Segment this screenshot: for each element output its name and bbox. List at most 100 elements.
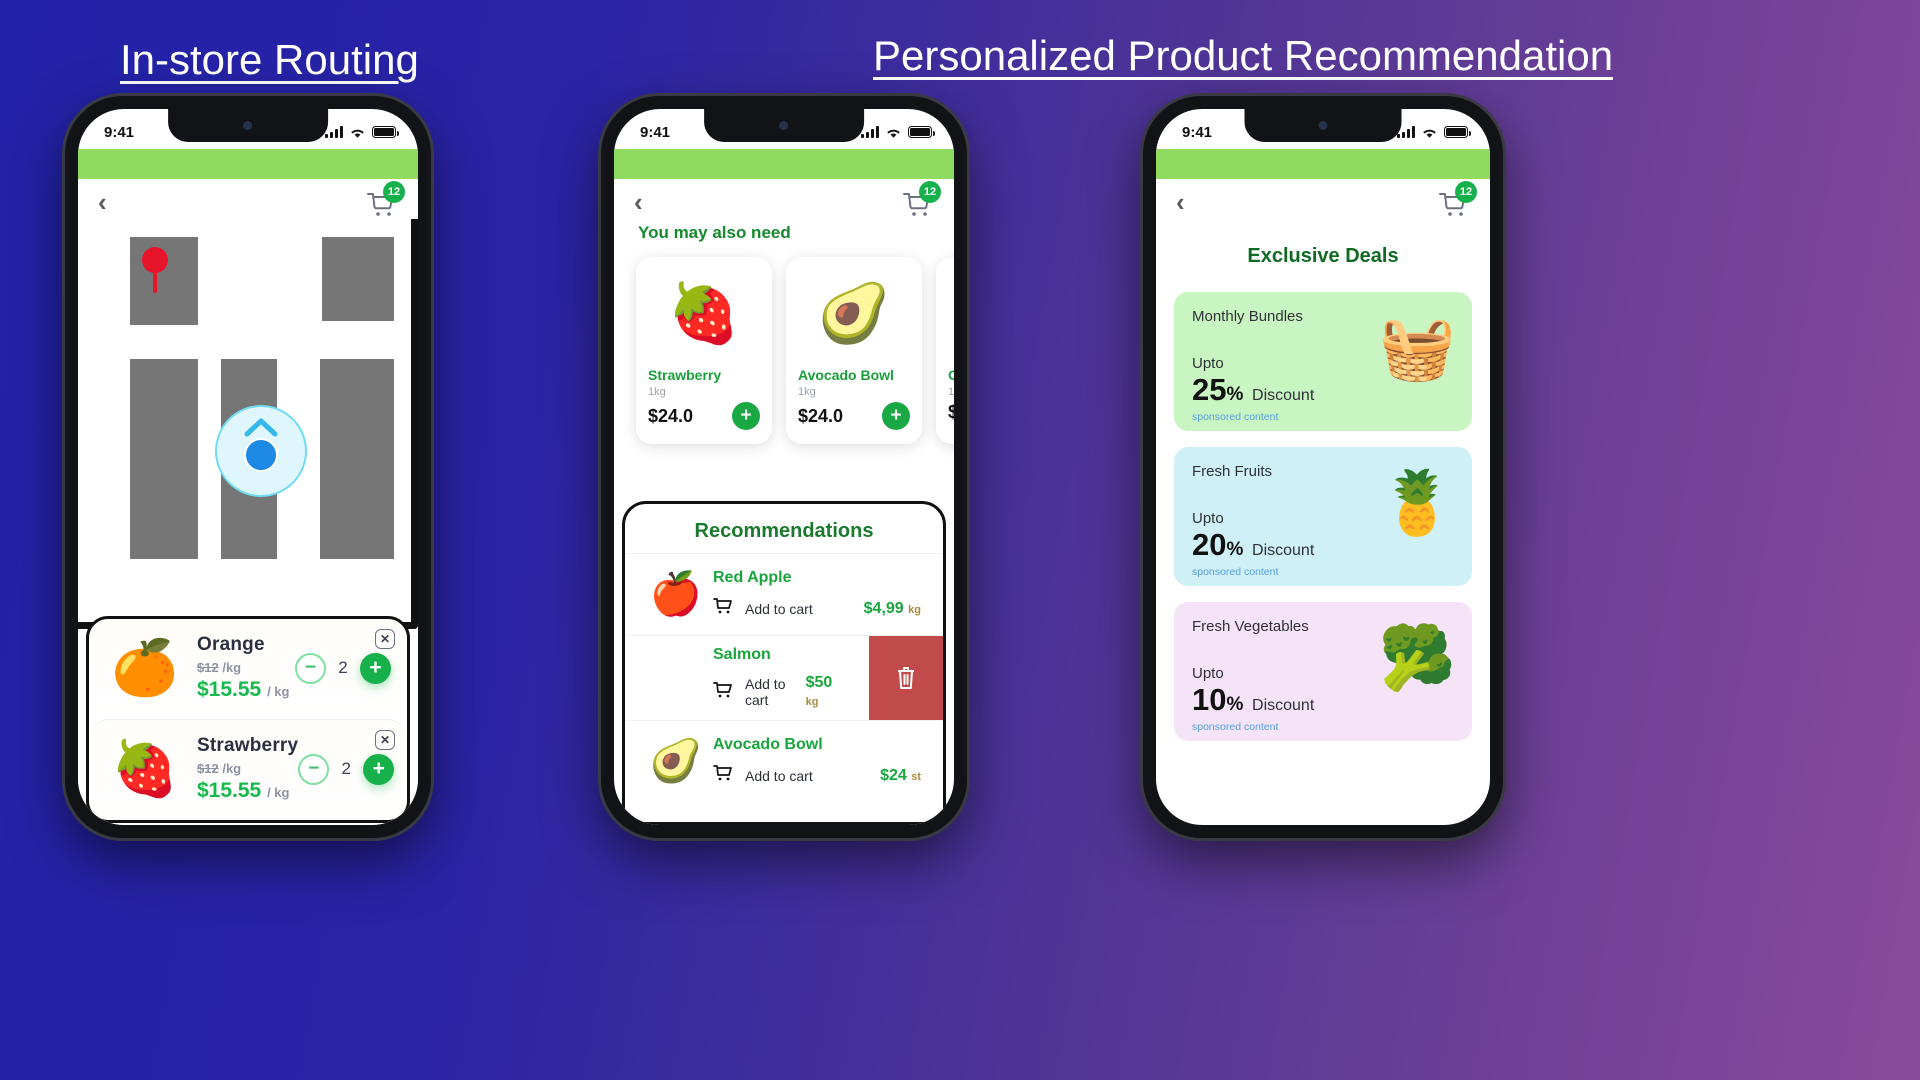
suggested-products-carousel[interactable]: 🍓 Strawberry 1kg $24.0 + 🥑 Avocado Bowl … [614, 243, 954, 460]
cart-button[interactable]: 12 [1436, 181, 1477, 219]
phone-mockup-exclusive-deals: 9:41 ‹ 12 Exclusive Deals Monthly Bundle… [1143, 96, 1503, 838]
add-to-cart-label[interactable]: Add to cart [735, 768, 813, 784]
battery-icon [908, 126, 935, 138]
cart-item-info: Orange $12 /kg $15.55 / kg [191, 634, 295, 702]
phone2-notch [704, 109, 864, 142]
product-name: Org [948, 367, 954, 383]
quantity-value: 2 [338, 658, 348, 677]
discount-label: Discount [1252, 542, 1315, 559]
product-footer: $24.0 + [798, 402, 910, 430]
page-title-in-store-routing: In-store Routing [120, 36, 419, 83]
recommendation-row[interactable]: 🥑 Avocado Bowl Add to cart $24 st [625, 720, 943, 802]
percent-sign: % [1226, 694, 1244, 715]
front-camera-icon [243, 121, 253, 130]
increase-quantity-button[interactable]: + [360, 652, 391, 684]
product-weight: 1kg [648, 386, 666, 398]
cart-badge-count: 12 [1455, 181, 1477, 203]
delete-item-button[interactable] [869, 636, 943, 720]
old-price-value: $12 [197, 660, 219, 675]
cart-item-old-price: $12 /kg [197, 761, 298, 776]
remove-item-icon[interactable]: ✕ [375, 730, 395, 750]
recommendation-action-line[interactable]: Add to cart $4,99 kg [713, 597, 929, 620]
quantity-value: 2 [341, 759, 352, 778]
deal-card-fresh-vegetables[interactable]: Fresh Vegetables Upto 10% Discount spons… [1174, 602, 1472, 741]
map-pin-tail [153, 267, 157, 293]
back-button[interactable]: ‹ [1176, 189, 1185, 215]
old-price-unit: /kg [222, 761, 242, 776]
deal-card-fresh-fruits[interactable]: Fresh Fruits Upto 20% Discount sponsored… [1174, 447, 1472, 586]
price-unit: / kg [267, 684, 290, 699]
cart-items-card: 🍊 Orange $12 /kg $15.55 / kg − 2 + ✕ 🍓 S… [86, 616, 410, 823]
remove-item-icon[interactable]: ✕ [375, 629, 395, 649]
status-indicators [325, 126, 399, 139]
store-map[interactable]: 🍊 Orange $12 /kg $15.55 / kg − 2 + ✕ 🍓 S… [78, 219, 418, 825]
recommendations-title: Recommendations [694, 520, 874, 542]
product-price: $24.0 [798, 405, 844, 426]
recommendation-action-line[interactable]: Add to cart $24 st [713, 764, 929, 787]
deal-percent-value: 20 [1192, 527, 1227, 562]
add-to-cart-icon [713, 597, 735, 620]
back-button[interactable]: ‹ [634, 189, 643, 215]
map-canvas[interactable] [78, 219, 418, 629]
decrease-quantity-button[interactable]: − [295, 652, 326, 684]
page-title-personalized-recommendation: Personalized Product Recommendation [873, 32, 1614, 79]
status-indicators [861, 126, 935, 139]
product-footer: $ 5 [948, 402, 954, 423]
cellular-signal-icon [861, 126, 879, 138]
price-unit: kg [908, 603, 921, 616]
price-value: $24 [880, 766, 907, 784]
product-card[interactable]: 🥑 Avocado Bowl 1kg $24.0 + [786, 257, 922, 444]
front-camera-icon [779, 121, 789, 130]
phone3-notch [1244, 109, 1402, 142]
section-title-you-may-also-need: You may also need [638, 223, 791, 242]
recommendation-row[interactable]: Salmon Add to cart $50 kg [625, 635, 943, 720]
phone3-green-header-bar [1156, 149, 1490, 179]
percent-sign: % [1226, 384, 1244, 405]
cart-button[interactable]: 12 [364, 181, 405, 219]
quantity-stepper[interactable]: − 2 + [295, 652, 395, 684]
recommendation-price: $4,99 kg [864, 600, 929, 618]
sponsored-label: sponsored content [1192, 721, 1279, 733]
product-name: Avocado Bowl [798, 367, 894, 383]
recommendation-body: Red Apple Add to cart $4,99 kg [713, 569, 929, 620]
add-product-button[interactable]: + [732, 402, 760, 430]
phone1-app-bar: ‹ 12 [78, 179, 418, 219]
deals-title: Exclusive Deals [1247, 245, 1399, 267]
cart-badge-count: 12 [383, 181, 405, 203]
price-value: $15.55 [197, 678, 262, 701]
recommendation-price: $24 st [880, 767, 929, 785]
cart-item-row[interactable]: 🍓 Strawberry $12 /kg $15.55 / kg − 2 + ✕ [89, 719, 407, 820]
decrease-quantity-button[interactable]: − [298, 753, 330, 785]
product-name: Strawberry [648, 367, 722, 383]
cart-items-panel: 🍊 Orange $12 /kg $15.55 / kg − 2 + ✕ 🍓 S… [78, 616, 418, 825]
old-price-unit: /kg [222, 660, 242, 675]
status-time: 9:41 [104, 123, 135, 141]
increase-quantity-button[interactable]: + [363, 753, 395, 785]
recommendation-row[interactable]: 🍎 Red Apple Add to cart $4,99 kg [625, 553, 943, 635]
product-card-partial[interactable]: 🍌 Org 1kg $ 5 [936, 257, 954, 444]
broccoli-icon: 🥦 [1378, 624, 1456, 693]
navigation-arrow-icon [243, 417, 279, 437]
product-card[interactable]: 🍓 Strawberry 1kg $24.0 + [636, 257, 772, 444]
cart-item-row[interactable]: 🍊 Orange $12 /kg $15.55 / kg − 2 + ✕ [89, 619, 407, 719]
phone3-app-bar: ‹ 12 [1156, 179, 1490, 219]
add-to-cart-label[interactable]: Add to cart [735, 601, 813, 617]
wifi-icon [887, 129, 900, 138]
add-to-cart-label[interactable]: Add to cart [735, 676, 806, 708]
product-price: $ 5 [948, 402, 954, 422]
user-location-dot [244, 438, 278, 472]
phone3-screen: 9:41 ‹ 12 Exclusive Deals Monthly Bundle… [1156, 109, 1490, 825]
cart-item-name: Strawberry [197, 735, 299, 756]
cellular-signal-icon [325, 126, 343, 138]
quantity-stepper[interactable]: − 2 + [298, 753, 398, 785]
price-value: $15.55 [197, 779, 262, 802]
price-unit: / kg [267, 785, 290, 800]
trash-icon [895, 665, 917, 691]
discount-label: Discount [1252, 387, 1315, 404]
strawberry-image: 🍓 [111, 739, 179, 799]
back-button[interactable]: ‹ [98, 189, 107, 215]
add-product-button[interactable]: + [882, 402, 910, 430]
cart-button[interactable]: 12 [900, 181, 941, 219]
map-shelf [130, 359, 198, 559]
deal-card-monthly-bundles[interactable]: Monthly Bundles Upto 25% Discount sponso… [1174, 292, 1472, 431]
